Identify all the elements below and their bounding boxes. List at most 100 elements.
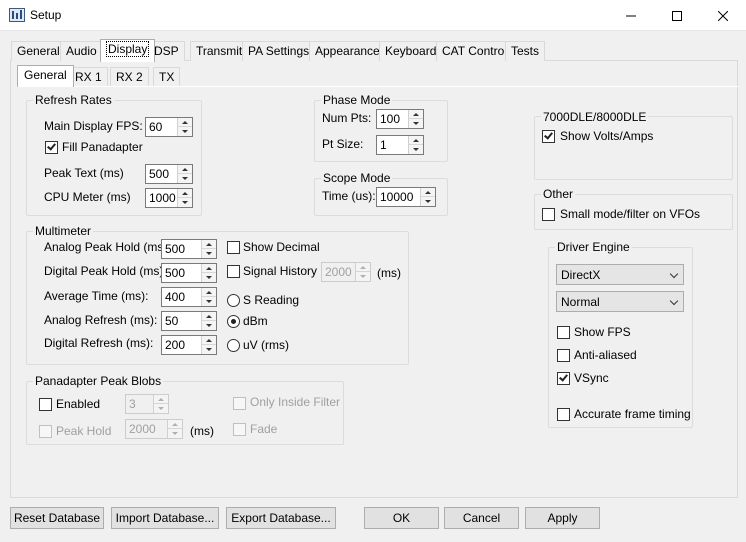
spin-down-icon[interactable]	[202, 321, 216, 330]
spin-down-icon[interactable]	[178, 127, 192, 136]
spin-up-icon[interactable]	[202, 264, 216, 273]
tab-general[interactable]: General	[11, 41, 66, 61]
digital-refresh-spinner[interactable]: 200	[161, 335, 217, 355]
analog-refresh-spinner[interactable]: 50	[161, 311, 217, 331]
spin-down-icon[interactable]	[202, 345, 216, 354]
spin-up-icon[interactable]	[421, 188, 435, 197]
subtab-rx2[interactable]: RX 2	[110, 67, 149, 87]
spin-down-icon[interactable]	[202, 273, 216, 282]
signal-history-checkbox[interactable]	[227, 265, 240, 278]
peak-hold-spinner[interactable]: 2000	[125, 419, 183, 439]
analog-peak-spinner[interactable]: 500	[161, 239, 217, 259]
spin-down-icon[interactable]	[178, 174, 192, 183]
only-inside-filter-checkbox[interactable]	[233, 397, 246, 410]
spin-down-icon[interactable]	[154, 404, 168, 413]
anti-aliased-checkbox[interactable]	[557, 349, 570, 362]
export-database-button[interactable]: Export Database...	[226, 507, 336, 529]
scope-time-spinner[interactable]: 10000	[376, 187, 436, 207]
maximize-icon	[672, 10, 682, 21]
spin-up-icon[interactable]	[202, 288, 216, 297]
apply-button[interactable]: Apply	[525, 507, 600, 529]
spin-up-icon[interactable]	[409, 110, 423, 119]
accurate-timing-checkbox[interactable]	[557, 408, 570, 421]
tab-audio[interactable]: Audio	[60, 41, 103, 61]
spin-up-icon[interactable]	[356, 263, 370, 272]
ok-button[interactable]: OK	[364, 507, 439, 529]
spin-down-icon[interactable]	[168, 429, 182, 438]
show-fps-checkbox[interactable]	[557, 326, 570, 339]
dbm-radio[interactable]	[227, 315, 240, 328]
maximize-button[interactable]	[654, 0, 700, 31]
only-inside-filter-label: Only Inside Filter	[250, 395, 341, 409]
reset-database-button[interactable]: Reset Database	[10, 507, 104, 529]
blobs-enabled-label: Enabled	[56, 397, 101, 411]
peak-text-spinner[interactable]: 500	[145, 164, 193, 184]
peak-hold-checkbox[interactable]	[39, 425, 52, 438]
s-reading-radio[interactable]	[227, 294, 240, 307]
num-pts-spinner[interactable]: 100	[376, 109, 424, 129]
tab-pa-settings[interactable]: PA Settings	[242, 41, 316, 61]
show-decimal-checkbox[interactable]	[227, 241, 240, 254]
digital-refresh-label: Digital Refresh (ms):	[44, 336, 154, 350]
tab-display[interactable]: Display	[100, 39, 156, 62]
renderer-select[interactable]: DirectX	[556, 264, 684, 285]
spin-down-icon[interactable]	[178, 198, 192, 207]
small-mode-checkbox[interactable]	[542, 208, 555, 221]
fade-checkbox[interactable]	[233, 423, 246, 436]
cancel-button[interactable]: Cancel	[444, 507, 519, 529]
digital-peak-spinner[interactable]: 500	[161, 263, 217, 283]
spin-up-icon[interactable]	[202, 240, 216, 249]
tab-transmit[interactable]: Transmit	[190, 41, 249, 61]
minimize-button[interactable]	[608, 0, 654, 31]
anti-aliased-label: Anti-aliased	[574, 348, 637, 362]
s-reading-label: S Reading	[243, 293, 300, 307]
close-button[interactable]	[700, 0, 746, 31]
spin-up-icon[interactable]	[409, 136, 423, 145]
dle-group: 7000DLE/8000DLE	[534, 110, 733, 180]
fill-panadapter-checkbox[interactable]	[45, 141, 58, 154]
analog-peak-label: Analog Peak Hold (ms):	[44, 240, 171, 254]
spin-down-icon[interactable]	[409, 119, 423, 128]
spin-down-icon[interactable]	[356, 272, 370, 281]
spin-down-icon[interactable]	[202, 249, 216, 258]
avg-time-spinner[interactable]: 400	[161, 287, 217, 307]
group-title: Other	[541, 187, 576, 201]
import-database-button[interactable]: Import Database...	[111, 507, 219, 529]
spin-down-icon[interactable]	[421, 197, 435, 206]
analog-refresh-label: Analog Refresh (ms):	[44, 313, 158, 327]
tab-tests[interactable]: Tests	[505, 41, 546, 61]
spin-up-icon[interactable]	[178, 165, 192, 174]
group-title: 7000DLE/8000DLE	[541, 110, 649, 124]
uv-rms-label: uV (rms)	[243, 338, 289, 352]
show-volts-label: Show Volts/Amps	[560, 129, 654, 143]
show-volts-checkbox[interactable]	[542, 130, 555, 143]
cpu-meter-spinner[interactable]: 1000	[145, 188, 193, 208]
blobs-count-spinner[interactable]: 3	[125, 394, 169, 414]
group-title: Scope Mode	[321, 171, 393, 185]
spin-up-icon[interactable]	[178, 118, 192, 127]
tab-appearance[interactable]: Appearance	[309, 41, 386, 61]
spin-up-icon[interactable]	[202, 336, 216, 345]
tab-keyboard[interactable]: Keyboard	[379, 41, 443, 61]
small-mode-label: Small mode/filter on VFOs	[560, 207, 701, 221]
pt-size-spinner[interactable]: 1	[376, 135, 424, 155]
scope-time-label: Time (us):	[322, 189, 376, 203]
subtab-general[interactable]: General	[17, 65, 74, 87]
main-fps-label: Main Display FPS:	[44, 119, 143, 133]
spin-up-icon[interactable]	[178, 189, 192, 198]
main-fps-spinner[interactable]: 60	[145, 117, 193, 137]
uv-rms-radio[interactable]	[227, 339, 240, 352]
spin-down-icon[interactable]	[409, 145, 423, 154]
peak-hold-label: Peak Hold	[56, 424, 112, 438]
spin-down-icon[interactable]	[202, 297, 216, 306]
spin-up-icon[interactable]	[168, 420, 182, 429]
spin-up-icon[interactable]	[154, 395, 168, 404]
quality-select[interactable]: Normal	[556, 291, 684, 312]
subtab-tx[interactable]: TX	[153, 67, 181, 87]
spin-up-icon[interactable]	[202, 312, 216, 321]
blobs-enabled-checkbox[interactable]	[39, 398, 52, 411]
vsync-checkbox[interactable]	[557, 372, 570, 385]
subtab-rx1[interactable]: RX 1	[69, 67, 108, 87]
signal-history-spinner[interactable]: 2000	[321, 262, 371, 282]
tab-cat-control[interactable]: CAT Control	[436, 41, 513, 61]
